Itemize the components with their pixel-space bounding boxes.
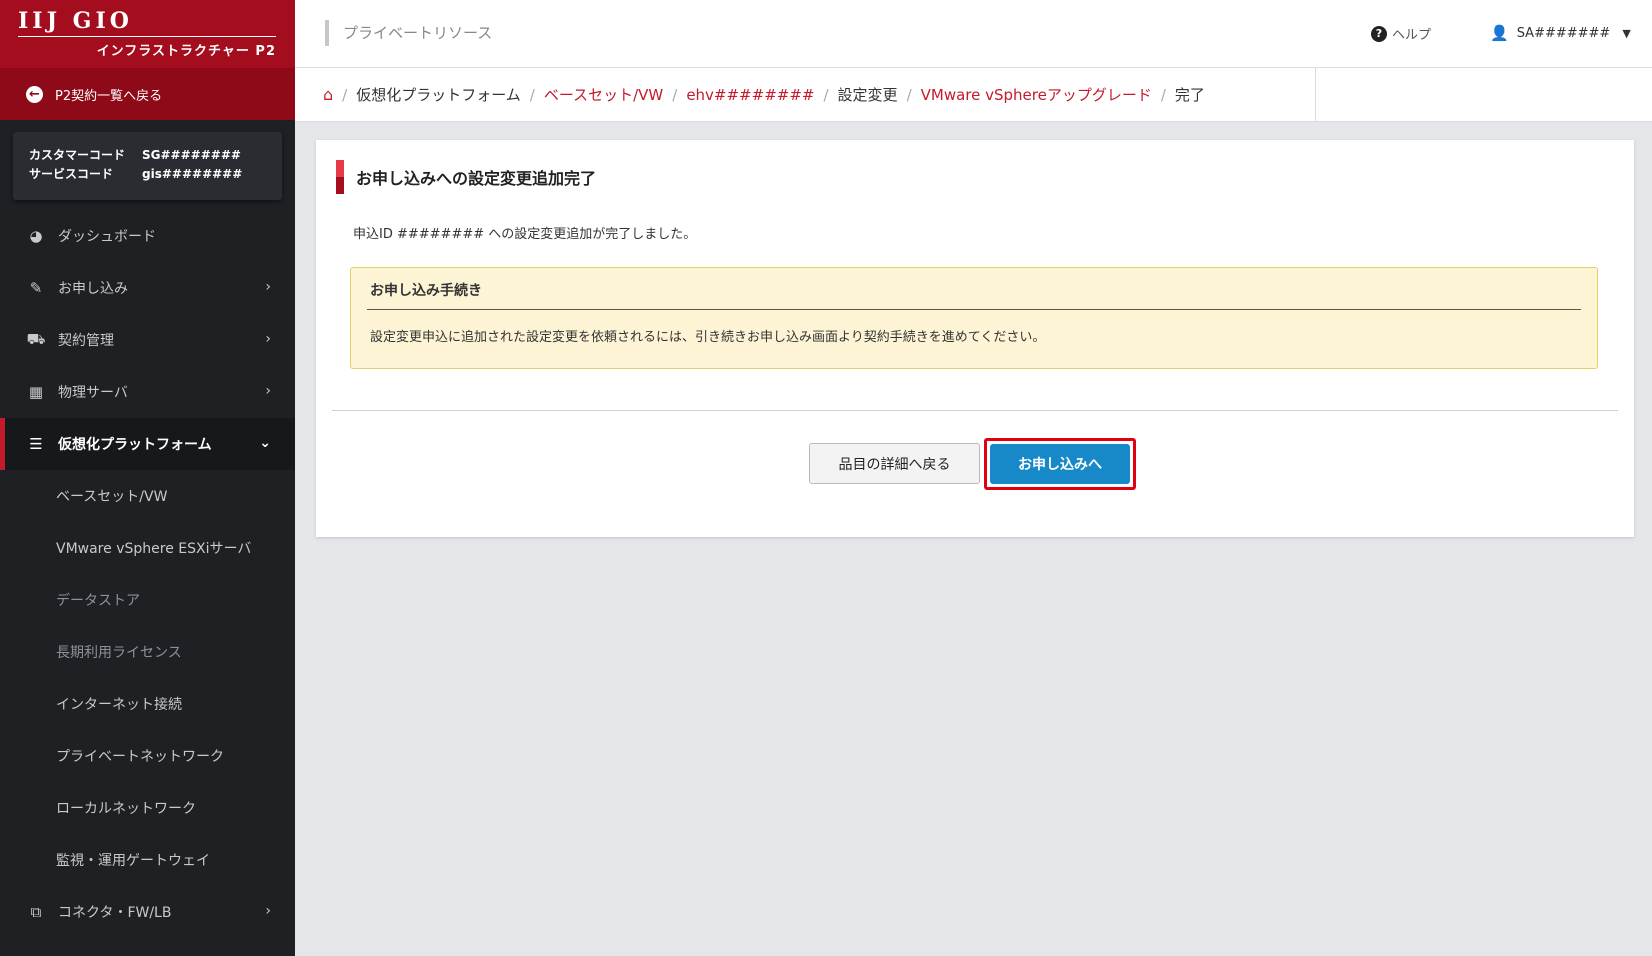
sidebar-subitem-datastore[interactable]: データストア — [0, 574, 295, 626]
sidebar-item-physical-server[interactable]: ▦ 物理サーバ › — [0, 366, 295, 418]
breadcrumb-separator: / — [529, 85, 535, 104]
user-menu[interactable]: 👤 SA####### ▼ — [1490, 24, 1631, 42]
breadcrumb-baseset-link[interactable]: ベースセット/VW — [544, 84, 663, 105]
account-codes-card: カスタマーコード SG######## サービスコード gis######## — [13, 132, 282, 200]
brand-subtitle: インフラストラクチャー P2 — [96, 44, 276, 59]
breadcrumb-divider — [1315, 68, 1316, 122]
breadcrumb-separator: / — [906, 85, 912, 104]
arrow-left-circle-icon: ← — [26, 85, 43, 103]
breadcrumb-vsphere-upgrade-link[interactable]: VMware vSphereアップグレード — [921, 84, 1152, 105]
iij-gio-logo: IIJ GIO — [18, 8, 276, 37]
sidebar-item-label: コネクタ・FW/LB — [58, 905, 172, 921]
notice-title: お申し込み手続き — [367, 268, 1581, 310]
truck-icon: ⛟ — [26, 330, 46, 348]
chevron-right-icon: › — [265, 383, 271, 399]
sidebar-item-label: お申し込み — [58, 281, 128, 297]
customer-code-label: カスタマーコード — [29, 148, 126, 162]
back-to-contracts-link[interactable]: ← P2契約一覧へ戻る — [0, 68, 295, 120]
breadcrumb-separator: / — [823, 85, 829, 104]
panel-heading: お申し込みへの設定変更追加完了 — [336, 160, 596, 194]
chevron-right-icon: › — [265, 331, 271, 347]
help-label: ヘルプ — [1392, 28, 1432, 43]
sidebar-item-virtual-platform[interactable]: ☰ 仮想化プラットフォーム ⌄ — [0, 418, 295, 470]
virtual-platform-icon: ☰ — [29, 435, 43, 453]
breadcrumb-virtual-platform: 仮想化プラットフォーム — [356, 86, 521, 104]
question-circle-icon: ? — [1371, 25, 1387, 42]
sidebar-subitem-local-network[interactable]: ローカルネットワーク — [0, 782, 295, 834]
sidebar-item-label: ダッシュボード — [58, 229, 156, 245]
sidebar-subitem-internet[interactable]: インターネット接続 — [0, 678, 295, 730]
caret-down-icon: ▼ — [1622, 26, 1631, 40]
user-name: SA####### — [1516, 25, 1611, 41]
customer-code-value: SG######## — [142, 148, 241, 162]
breadcrumb-setting-change: 設定変更 — [837, 86, 898, 104]
breadcrumb: ⌂ / 仮想化プラットフォーム / ベースセット/VW / ehv#######… — [295, 68, 1652, 122]
help-link[interactable]: ? ヘルプ — [1371, 24, 1431, 43]
sidebar-subitem-baseset[interactable]: ベースセット/VW — [0, 470, 295, 522]
breadcrumb-complete: 完了 — [1174, 86, 1205, 104]
panel-divider — [332, 410, 1618, 411]
sidebar-item-label: 仮想化プラットフォーム — [58, 437, 212, 453]
sidebar: IIJ GIO インフラストラクチャー P2 ← P2契約一覧へ戻る カスタマー… — [0, 0, 295, 956]
notice-body: 設定変更申込に追加された設定変更を依頼されるには、引き続きお申し込み画面より契約… — [370, 330, 1046, 345]
chevron-right-icon: › — [265, 903, 271, 919]
sidebar-item-label: 契約管理 — [58, 333, 114, 349]
completion-panel: お申し込みへの設定変更追加完了 申込ID ######## への設定変更追加が完… — [316, 140, 1634, 537]
share-icon: ⧉ — [30, 903, 42, 921]
brand-header: IIJ GIO インフラストラクチャー P2 — [0, 0, 295, 68]
go-to-application-button[interactable]: お申し込みへ — [990, 444, 1130, 484]
breadcrumb-separator: / — [342, 85, 348, 104]
sidebar-item-label: 物理サーバ — [58, 385, 128, 401]
sidebar-item-connector-fwlb[interactable]: ⧉ コネクタ・FW/LB › — [0, 886, 295, 938]
procedure-notice: お申し込み手続き 設定変更申込に追加された設定変更を依頼されるには、引き続きお申… — [350, 267, 1598, 369]
chevron-right-icon: › — [265, 279, 271, 295]
edit-icon: ✎ — [29, 279, 43, 297]
breadcrumb-separator: / — [672, 85, 678, 104]
sidebar-item-dashboard[interactable]: ◕ ダッシュボード — [0, 210, 295, 262]
sidebar-subitem-long-term-license[interactable]: 長期利用ライセンス — [0, 626, 295, 678]
back-to-contracts-label: P2契約一覧へ戻る — [55, 88, 163, 104]
dashboard-icon: ◕ — [29, 227, 43, 245]
completion-message: 申込ID ######## への設定変更追加が完了しました。 — [353, 227, 697, 242]
sidebar-subitem-esxi-server[interactable]: VMware vSphere ESXiサーバ — [0, 522, 295, 574]
sidebar-item-application[interactable]: ✎ お申し込み › — [0, 262, 295, 314]
chevron-down-icon: ⌄ — [259, 435, 271, 451]
sidebar-subitem-monitoring-gateway[interactable]: 監視・運用ゲートウェイ — [0, 834, 295, 886]
top-header: プライベートリソース ? ヘルプ 👤 SA####### ▼ — [295, 0, 1652, 68]
service-code-value: gis######## — [142, 167, 243, 181]
sidebar-subitem-private-network[interactable]: プライベートネットワーク — [0, 730, 295, 782]
page-title: プライベートリソース — [325, 20, 492, 46]
server-icon: ▦ — [28, 383, 44, 401]
sidebar-item-contract-management[interactable]: ⛟ 契約管理 › — [0, 314, 295, 366]
breadcrumb-separator: / — [1160, 85, 1166, 104]
home-icon[interactable]: ⌂ — [323, 85, 333, 104]
user-icon: 👤 — [1490, 24, 1509, 42]
back-to-item-details-button[interactable]: 品目の詳細へ戻る — [809, 443, 980, 484]
apply-button-highlight: お申し込みへ — [984, 438, 1136, 490]
panel-title-text: お申し込みへの設定変更追加完了 — [356, 169, 597, 188]
service-code-label: サービスコード — [29, 167, 114, 181]
heading-accent-bar — [336, 160, 344, 194]
breadcrumb-ehv-link[interactable]: ehv######## — [686, 86, 814, 104]
